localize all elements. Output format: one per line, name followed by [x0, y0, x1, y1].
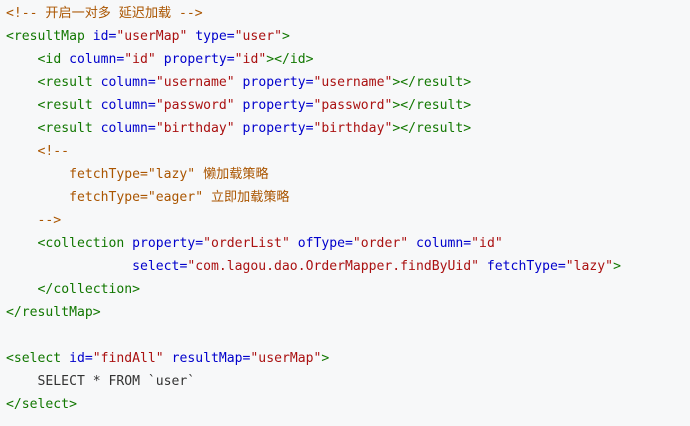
code-token-tag: <result — [37, 121, 93, 136]
code-line: <id column="id" property="id"></id> — [6, 48, 690, 71]
code-token-tag: > — [613, 259, 621, 274]
code-line: <result column="username" property="user… — [6, 71, 690, 94]
code-token-tag: <resultMap — [6, 29, 85, 44]
code-token-attr: property= — [242, 121, 314, 136]
code-line: <result column="birthday" property="birt… — [6, 117, 690, 140]
code-token-attr: type= — [195, 29, 235, 44]
code-line: --> — [6, 209, 690, 232]
code-token-attr: property= — [163, 52, 235, 67]
code-token-tag: <result — [37, 98, 93, 113]
code-token-cmt: fetchType="eager" 立即加载策略 — [6, 190, 290, 205]
code-token-tag: > — [321, 351, 330, 366]
code-line: <!-- 开启一对多 延迟加载 --> — [6, 2, 690, 25]
code-line: fetchType="lazy" 懒加载策略 — [6, 163, 690, 186]
code-token-cmt: fetchType="lazy" 懒加载策略 — [6, 167, 269, 182]
code-line: <result column="password" property="pass… — [6, 94, 690, 117]
code-token-attr: ofType= — [297, 236, 353, 251]
code-token-attr: column= — [69, 52, 125, 67]
code-token-attr: property= — [242, 98, 314, 113]
code-token-str: "com.lagou.dao.OrderMapper.findByUid" — [187, 259, 480, 274]
code-token-tag: <result — [37, 75, 93, 90]
code-token-str: "id" — [124, 52, 156, 67]
code-token-str: "birthday" — [155, 121, 235, 136]
code-line: fetchType="eager" 立即加载策略 — [6, 186, 690, 209]
code-token-str: "userMap" — [116, 29, 188, 44]
code-token-tag: </select> — [6, 397, 77, 412]
code-token-attr: column= — [100, 98, 156, 113]
code-token-attr: id= — [92, 29, 117, 44]
code-token-str: "findAll" — [92, 351, 164, 366]
code-token-tag: <id — [37, 52, 62, 67]
code-token-str: "birthday" — [313, 121, 393, 136]
code-line: <resultMap id="userMap" type="user"> — [6, 25, 690, 48]
code-token-cmt: --> — [6, 213, 62, 228]
code-line: </resultMap> — [6, 301, 690, 324]
code-token-attr: property= — [242, 75, 314, 90]
code-token-txt: SELECT * FROM `user` — [6, 374, 196, 389]
code-token-attr: column= — [100, 75, 156, 90]
code-line: </collection> — [6, 278, 690, 301]
code-token-str: "lazy" — [565, 259, 614, 274]
code-line: SELECT * FROM `user` — [6, 370, 690, 393]
code-token-str: "username" — [313, 75, 393, 90]
code-token-tag: ></result> — [392, 75, 472, 90]
code-token-tag: </collection> — [37, 282, 141, 297]
code-token-str: "userMap" — [250, 351, 322, 366]
code-token-cmt: <!-- 开启一对多 延迟加载 --> — [6, 6, 203, 21]
code-token-attr: resultMap= — [171, 351, 251, 366]
code-token-str: "password" — [313, 98, 393, 113]
code-token-str: "user" — [234, 29, 282, 44]
code-token-attr: property= — [132, 236, 204, 251]
code-token-attr: column= — [415, 236, 472, 251]
code-token-tag: ></result> — [392, 121, 472, 136]
code-token-attr: select= — [132, 259, 188, 274]
code-line: </select> — [6, 393, 690, 416]
code-token-str: "username" — [155, 75, 235, 90]
code-token-tag: <select — [6, 351, 62, 366]
code-token-str: "password" — [155, 98, 235, 113]
code-token-str: "order" — [352, 236, 409, 251]
code-line: select="com.lagou.dao.OrderMapper.findBy… — [6, 255, 690, 278]
code-token-cmt: <!-- — [6, 144, 70, 159]
code-token-attr: id= — [69, 351, 93, 366]
code-token-tag: > — [281, 29, 290, 44]
code-token-attr: fetchType= — [486, 259, 566, 274]
code-block: <!-- 开启一对多 延迟加载 --> <resultMap id="userMa… — [0, 0, 690, 426]
code-token-tag: ></id> — [266, 52, 314, 67]
code-token-str: "id" — [234, 52, 267, 67]
code-token-str: "orderList" — [203, 236, 290, 251]
code-token-attr: column= — [100, 121, 156, 136]
code-token-tag: <collection — [37, 236, 125, 251]
code-token-tag: ></result> — [392, 98, 472, 113]
code-line: <!-- — [6, 140, 690, 163]
code-line: <select id="findAll" resultMap="userMap"… — [6, 347, 690, 370]
code-token-str: "id" — [471, 236, 503, 251]
code-line: <collection property="orderList" ofType=… — [6, 232, 690, 255]
code-token-tag: </resultMap> — [6, 305, 101, 320]
